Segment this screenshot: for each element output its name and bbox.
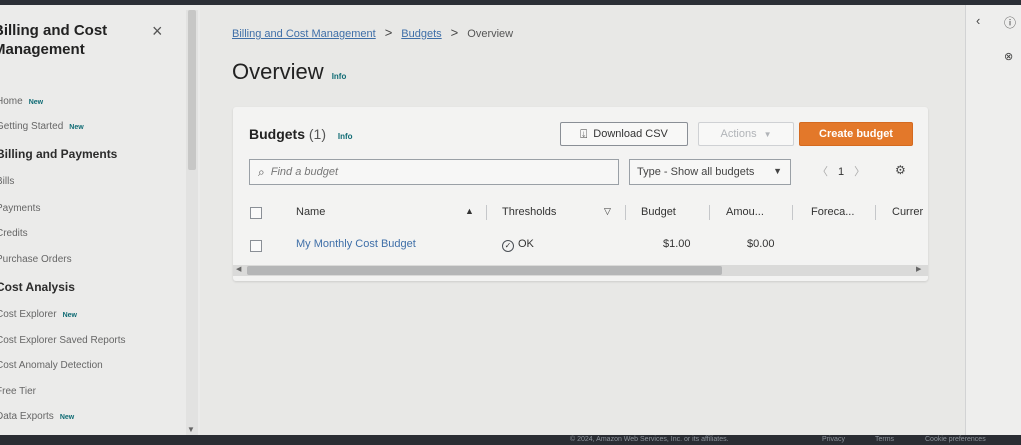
caret-down-icon: ▼ [773, 166, 782, 176]
budget-type-value: Type - Show all budgets [637, 166, 755, 178]
sidebar-item-credits[interactable]: Credits [0, 228, 28, 239]
scroll-down-icon[interactable]: ▼ [187, 425, 195, 434]
search-input[interactable]: ⌕ Find a budget [249, 159, 619, 185]
breadcrumb-overview: Overview [467, 28, 514, 40]
column-budget[interactable]: Budget [641, 206, 676, 218]
table-horizontal-scrollbar[interactable]: ◀ ▶ [233, 265, 928, 276]
search-placeholder: Find a budget [270, 166, 339, 178]
search-icon: ⌕ [258, 164, 265, 179]
chevron-right-icon: > [384, 25, 393, 40]
budgets-panel: Budgets (1) Info ⍗ Download CSV Actions ▼ … [233, 107, 928, 281]
budget-value: $1.00 [663, 238, 691, 250]
breadcrumb-budgets[interactable]: Budgets [401, 28, 441, 40]
row-checkbox[interactable] [250, 240, 262, 252]
sidebar-item-free-tier[interactable]: Free Tier [0, 386, 36, 397]
sidebar-item-data-exports[interactable]: Data Exports New [0, 411, 74, 422]
actions-button[interactable]: Actions ▼ [698, 122, 794, 146]
pagination: 〈 1 〉 [817, 163, 865, 179]
budgets-count: (1) [308, 126, 327, 142]
sort-icon[interactable]: ▽ [604, 206, 611, 217]
scroll-left-icon[interactable]: ◀ [236, 265, 241, 273]
sidebar-item-label: Getting Started [0, 121, 64, 132]
threshold-status-text: OK [518, 238, 534, 250]
sidebar-item-label: Home [0, 96, 23, 107]
breadcrumb: Billing and Cost Management > Budgets > Over… [232, 25, 513, 40]
column-forecast[interactable]: Foreca... [811, 206, 854, 218]
download-csv-button[interactable]: ⍗ Download CSV [560, 122, 688, 146]
threshold-status: ✓ OK [502, 238, 534, 252]
create-budget-button[interactable]: Create budget [799, 122, 913, 146]
new-badge: New [62, 312, 77, 319]
column-name[interactable]: Name [296, 206, 325, 218]
budget-name-link[interactable]: My Monthly Cost Budget [296, 238, 416, 250]
budget-type-select[interactable]: Type - Show all budgets ▼ [629, 159, 791, 185]
page-title-text: Overview [232, 59, 324, 84]
amount-value: $0.00 [747, 238, 775, 250]
new-badge: New [28, 99, 44, 106]
table-row: My Monthly Cost Budget ✓ OK $1.00 $0.00 [233, 233, 928, 257]
actions-label: Actions [720, 128, 757, 140]
sidebar-item-bills[interactable]: Bills [0, 176, 14, 187]
column-current[interactable]: Currer [892, 206, 923, 218]
scrollbar-thumb[interactable] [247, 266, 722, 275]
compass-icon[interactable]: ⊗ [1004, 50, 1013, 63]
chevron-left-icon[interactable]: ‹ [976, 13, 980, 28]
sidebar: Billing and Cost Management × Home New Ge… [0, 5, 200, 436]
select-all-checkbox[interactable] [250, 207, 262, 219]
scroll-right-icon[interactable]: ▶ [916, 265, 921, 273]
column-divider [875, 205, 876, 220]
info-link[interactable]: Info [338, 132, 353, 141]
sidebar-item-label: Cost Explorer [0, 309, 57, 320]
chevron-right-icon: > [450, 25, 459, 40]
column-divider [486, 205, 487, 220]
new-badge: New [59, 414, 75, 421]
main-content: Billing and Cost Management > Budgets > Over… [200, 5, 965, 435]
footer-copyright: © 2024, Amazon Web Services, Inc. or its… [570, 436, 729, 443]
footer-bar: © 2024, Amazon Web Services, Inc. or its… [0, 435, 1021, 445]
footer-privacy[interactable]: Privacy [822, 436, 845, 443]
breadcrumb-billing[interactable]: Billing and Cost Management [232, 28, 376, 40]
page-title: Overview Info [232, 59, 346, 85]
sidebar-item-home[interactable]: Home New [0, 96, 43, 107]
caret-down-icon: ▼ [763, 129, 772, 139]
sort-asc-icon[interactable]: ▲ [465, 206, 474, 216]
sidebar-item-purchase-orders[interactable]: Purchase Orders [0, 254, 72, 265]
table-header: Name ▲ Thresholds ▽ Budget Amou... Forec… [233, 199, 928, 225]
sidebar-item-cost-explorer-saved-reports[interactable]: Cost Explorer Saved Reports [0, 335, 126, 346]
sidebar-item-getting-started[interactable]: Getting Started New [0, 121, 84, 132]
sidebar-item-cost-explorer[interactable]: Cost Explorer New [0, 309, 77, 320]
check-circle-icon: ✓ [502, 240, 514, 252]
budgets-header: Budgets (1) Info [249, 126, 353, 142]
scrollbar-thumb[interactable] [188, 10, 196, 170]
close-icon[interactable]: × [152, 21, 163, 42]
right-rail: ‹ ⓘ ⊗ [965, 5, 1021, 435]
page-number[interactable]: 1 [838, 166, 844, 178]
info-link[interactable]: Info [332, 72, 347, 81]
new-badge: New [69, 124, 84, 131]
column-divider [792, 205, 793, 220]
column-thresholds[interactable]: Thresholds [502, 206, 556, 218]
column-divider [709, 205, 710, 220]
footer-cookie-preferences[interactable]: Cookie preferences [925, 436, 986, 443]
column-divider [625, 205, 626, 220]
sidebar-scrollbar[interactable]: ▼ [186, 10, 198, 436]
sidebar-item-label: Data Exports [0, 411, 54, 422]
info-circle-icon[interactable]: ⓘ [1004, 14, 1016, 31]
sidebar-item-cost-anomaly-detection[interactable]: Cost Anomaly Detection [0, 360, 103, 371]
sidebar-title: Billing and Cost Management [0, 22, 108, 58]
column-amount[interactable]: Amou... [726, 206, 764, 218]
sidebar-section-cost-analysis[interactable]: Cost Analysis [0, 280, 75, 294]
budgets-title: Budgets [249, 126, 305, 142]
download-icon: ⍗ [580, 126, 588, 141]
footer-terms[interactable]: Terms [875, 436, 894, 443]
sidebar-item-payments[interactable]: Payments [0, 203, 40, 214]
gear-icon[interactable]: ⚙ [895, 163, 906, 177]
chevron-left-icon[interactable]: 〈 [817, 166, 828, 178]
sidebar-section-billing-and-payments[interactable]: Billing and Payments [0, 147, 117, 161]
download-csv-label: Download CSV [593, 128, 668, 140]
chevron-right-icon[interactable]: 〉 [854, 166, 865, 178]
